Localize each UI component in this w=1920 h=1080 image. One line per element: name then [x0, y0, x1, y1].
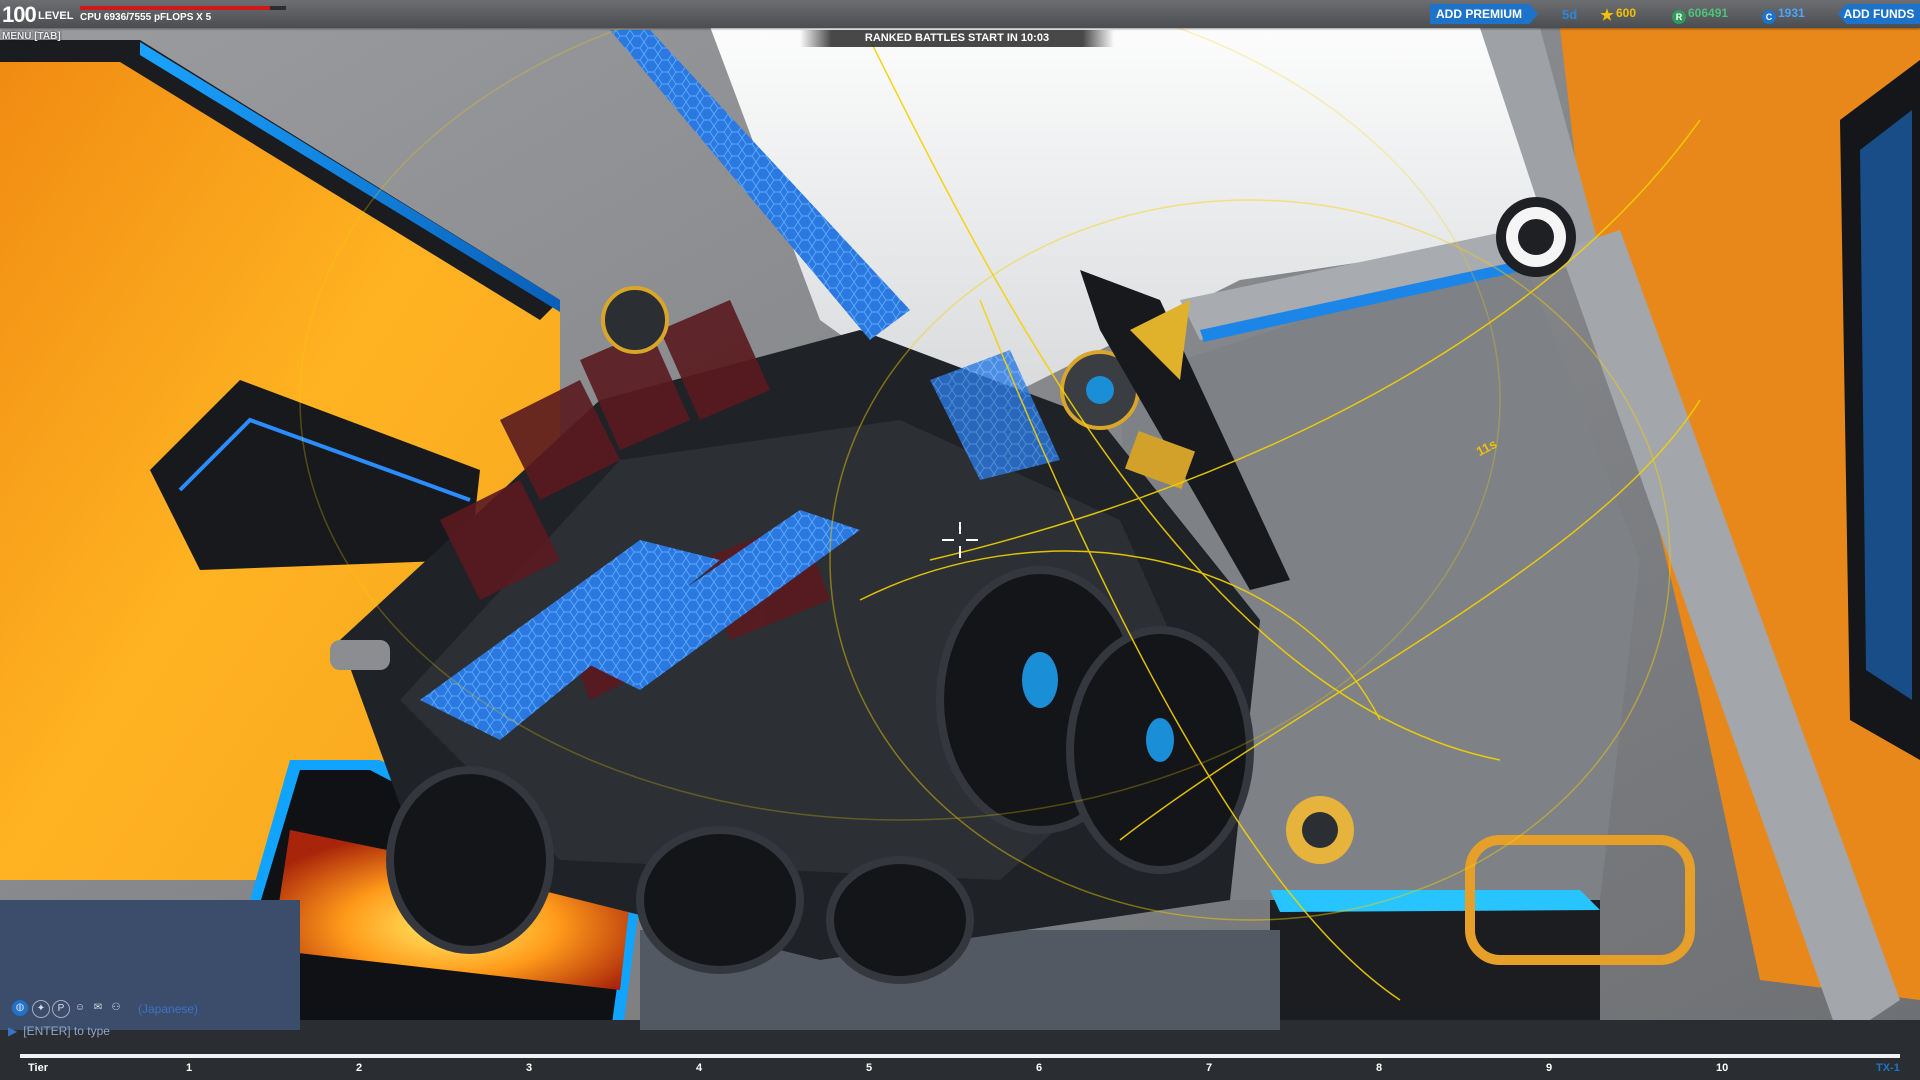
clan-icon[interactable]: ✦: [32, 1000, 50, 1018]
menu-hint[interactable]: MENU [TAB]: [2, 31, 61, 42]
chat-channel[interactable]: (Japanese): [138, 1002, 198, 1016]
ranked-countdown-banner: RANKED BATTLES START IN 10:03: [800, 30, 1114, 47]
cpu-bar: [80, 6, 286, 10]
robits-value: 606491: [1688, 6, 1729, 20]
player-level: 100: [2, 2, 37, 27]
globe-icon[interactable]: ◍: [12, 1000, 28, 1016]
star-icon: ★: [1600, 7, 1614, 24]
tier-tick-1: 1: [186, 1062, 193, 1074]
chat-panel: ◍ ✦ P ☺ ✉ ⚇ (Japanese) ▶ [ENTER] to type: [8, 1000, 268, 1046]
current-tier: TX-1: [1876, 1062, 1900, 1074]
tier-tick-8: 8: [1376, 1062, 1383, 1074]
chat-input[interactable]: ▶ [ENTER] to type: [8, 1022, 268, 1040]
chat-caret-icon: ▶: [8, 1024, 18, 1038]
robits-icon: R: [1672, 10, 1686, 24]
tech-points[interactable]: ★ 600: [1600, 5, 1636, 23]
top-bar: 100 LEVEL CPU 6936/7555 pFLOPS X 5 ADD P…: [0, 0, 1920, 28]
level-label: LEVEL: [38, 10, 74, 22]
cpu-readout: CPU 6936/7555 pFLOPS X 5: [80, 12, 212, 23]
tier-tick-10: 10: [1716, 1062, 1729, 1074]
cosmetic-credits[interactable]: C 1931: [1762, 5, 1805, 24]
chat-input-prompt: [ENTER] to type: [23, 1024, 110, 1038]
group-icon[interactable]: ⚇: [108, 1000, 124, 1016]
tier-bar: Tier 1 2 3 4 5 6 7 8 9 10 TX-1: [20, 1052, 1900, 1080]
tier-tick-7: 7: [1206, 1062, 1213, 1074]
tier-tick-9: 9: [1546, 1062, 1553, 1074]
add-funds-button[interactable]: ADD FUNDS: [1838, 4, 1920, 24]
robits[interactable]: R 606491: [1672, 5, 1728, 24]
tier-tick-5: 5: [866, 1062, 873, 1074]
friend-icon[interactable]: ☺: [72, 1000, 88, 1016]
tier-track: [20, 1054, 1900, 1058]
premium-days: 5d: [1562, 7, 1578, 22]
cc-value: 1931: [1778, 6, 1805, 20]
party-icon[interactable]: P: [52, 1000, 70, 1018]
tier-tick-2: 2: [356, 1062, 363, 1074]
tier-tick-3: 3: [526, 1062, 533, 1074]
cc-icon: C: [1762, 10, 1776, 24]
tech-points-value: 600: [1616, 6, 1637, 20]
add-premium-button[interactable]: ADD PREMIUM: [1430, 4, 1538, 24]
chat-icon[interactable]: ✉: [90, 1000, 106, 1016]
tier-label: Tier: [28, 1062, 48, 1074]
crosshair-icon: [942, 522, 978, 558]
tier-tick-6: 6: [1036, 1062, 1043, 1074]
cpu-bar-fill: [80, 6, 270, 10]
tier-tick-4: 4: [696, 1062, 703, 1074]
